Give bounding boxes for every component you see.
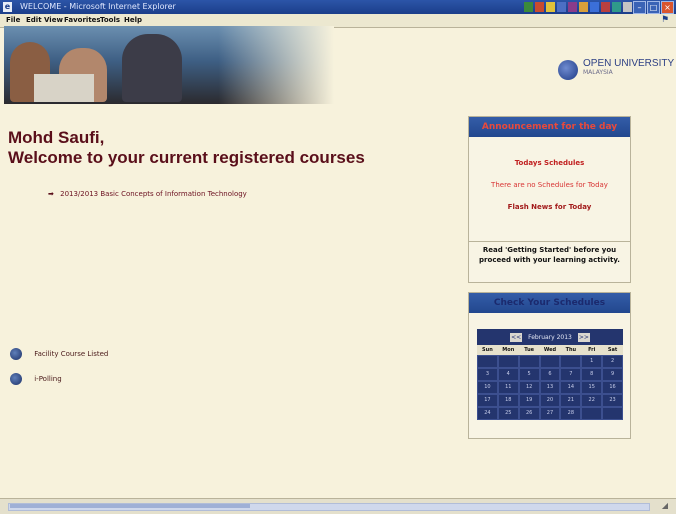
close-button[interactable]: × bbox=[661, 1, 674, 14]
calendar-day[interactable]: 6 bbox=[539, 368, 561, 381]
weekday-sat: Sat bbox=[607, 347, 618, 353]
tray-icon[interactable] bbox=[623, 2, 632, 12]
calendar-day[interactable]: 28 bbox=[560, 407, 582, 420]
window-title: WELCOME - Microsoft Internet Explorer bbox=[20, 2, 176, 11]
status-bar: ◢ bbox=[0, 498, 676, 514]
arrow-right-icon: ➡ bbox=[48, 190, 54, 198]
weekday-thu: Thu bbox=[565, 347, 577, 353]
taskbar-tray bbox=[524, 2, 632, 12]
window-title-bar: e WELCOME - Microsoft Internet Explorer … bbox=[0, 0, 676, 14]
welcome-heading: Mohd Saufi, Welcome to your current regi… bbox=[8, 128, 365, 168]
globe-icon bbox=[10, 348, 22, 360]
schedule-title: Check Your Schedules bbox=[469, 293, 630, 313]
announcement-title: Announcement for the day bbox=[469, 117, 630, 137]
flash-news-link[interactable]: Flash News for Today bbox=[469, 203, 630, 211]
calendar-day[interactable]: 24 bbox=[477, 407, 498, 420]
weekday-tue: Tue bbox=[524, 347, 535, 353]
tray-icon[interactable] bbox=[568, 2, 577, 12]
calendar: << February 2013 >> Sun Mon Tue Wed Thu … bbox=[477, 329, 623, 420]
calendar-day[interactable]: 11 bbox=[497, 381, 519, 394]
calendar-grid: 1 2 3 4 5 6 7 8 9 10 11 12 13 14 15 16 17 18 19 20 21 22 23 24 2… bbox=[477, 355, 623, 420]
course-link[interactable]: ➡ 2013/2013 Basic Concepts of Informatio… bbox=[48, 190, 247, 198]
calendar-day[interactable]: 13 bbox=[539, 381, 561, 394]
panel-divider bbox=[469, 241, 630, 242]
tray-icon[interactable] bbox=[612, 2, 621, 12]
calendar-day[interactable]: 26 bbox=[518, 407, 540, 420]
calendar-day[interactable]: 12 bbox=[518, 381, 540, 394]
calendar-day[interactable]: 17 bbox=[477, 394, 498, 407]
todays-schedules-link[interactable]: Todays Schedules bbox=[469, 159, 630, 167]
user-name: Mohd Saufi, bbox=[8, 128, 105, 147]
schedule-panel: Check Your Schedules << February 2013 >>… bbox=[468, 292, 631, 439]
calendar-day[interactable]: 19 bbox=[518, 394, 540, 407]
calendar-day[interactable]: 5 bbox=[518, 368, 540, 381]
tray-icon[interactable] bbox=[535, 2, 544, 12]
calendar-day[interactable]: 15 bbox=[581, 381, 603, 394]
calendar-day[interactable]: 16 bbox=[602, 381, 623, 394]
logo-line1: OPEN UNIVERSITY bbox=[583, 58, 675, 69]
link-facility-course-listed[interactable]: Facility Course Listed bbox=[10, 348, 108, 360]
calendar-day bbox=[602, 407, 623, 420]
scrollbar-thumb[interactable] bbox=[10, 504, 250, 508]
minimize-button[interactable]: – bbox=[633, 1, 646, 14]
side-link-label: Facility Course Listed bbox=[34, 350, 109, 358]
tray-icon[interactable] bbox=[524, 2, 533, 12]
university-logo: OPEN UNIVERSITY MALAYSIA bbox=[583, 58, 674, 76]
weekday-fri: Fri bbox=[588, 347, 596, 353]
weekday-mon: Mon bbox=[502, 347, 515, 353]
calendar-day[interactable]: 23 bbox=[602, 394, 623, 407]
university-logo-icon bbox=[558, 60, 578, 80]
welcome-message: Welcome to your current registered cours… bbox=[8, 148, 365, 167]
weekday-sun: Sun bbox=[482, 347, 493, 353]
calendar-day bbox=[518, 355, 540, 368]
globe-icon bbox=[10, 373, 22, 385]
calendar-day[interactable]: 9 bbox=[602, 368, 623, 381]
calendar-day bbox=[581, 407, 603, 420]
calendar-next-button[interactable]: >> bbox=[577, 332, 590, 342]
calendar-day[interactable]: 21 bbox=[560, 394, 582, 407]
calendar-day[interactable]: 18 bbox=[497, 394, 519, 407]
calendar-day[interactable]: 8 bbox=[581, 368, 603, 381]
calendar-month: February 2013 bbox=[528, 333, 572, 341]
getting-started-note: Read 'Getting Started' before you procee… bbox=[479, 246, 620, 264]
tray-icon[interactable] bbox=[546, 2, 555, 12]
course-link-label: 2013/2013 Basic Concepts of Information … bbox=[60, 190, 247, 198]
banner-photo bbox=[4, 26, 334, 104]
calendar-day[interactable]: 10 bbox=[477, 381, 498, 394]
calendar-day[interactable]: 4 bbox=[497, 368, 519, 381]
calendar-day[interactable]: 22 bbox=[581, 394, 603, 407]
calendar-day[interactable]: 14 bbox=[560, 381, 582, 394]
side-link-label: i-Polling bbox=[34, 375, 62, 383]
calendar-day bbox=[477, 355, 498, 368]
calendar-day bbox=[560, 355, 582, 368]
calendar-prev-button[interactable]: << bbox=[510, 332, 523, 342]
ie-window-icon[interactable]: e bbox=[3, 2, 12, 12]
calendar-day[interactable]: 1 bbox=[581, 355, 603, 368]
calendar-day[interactable]: 7 bbox=[560, 368, 582, 381]
announcement-panel: Announcement for the day Todays Schedule… bbox=[468, 116, 631, 283]
calendar-day[interactable]: 25 bbox=[497, 407, 519, 420]
calendar-day bbox=[497, 355, 519, 368]
tray-icon[interactable] bbox=[579, 2, 588, 12]
calendar-day bbox=[539, 355, 561, 368]
resize-grip-icon[interactable]: ◢ bbox=[660, 501, 670, 511]
calendar-day[interactable]: 20 bbox=[539, 394, 561, 407]
tray-icon[interactable] bbox=[557, 2, 566, 12]
calendar-weekdays: Sun Mon Tue Wed Thu Fri Sat bbox=[477, 345, 623, 355]
tray-icon[interactable] bbox=[601, 2, 610, 12]
calendar-header: << February 2013 >> bbox=[477, 329, 623, 345]
tray-icon[interactable] bbox=[590, 2, 599, 12]
link-i-polling[interactable]: i-Polling bbox=[10, 373, 62, 385]
no-schedules-message: There are no Schedules for Today bbox=[491, 181, 608, 189]
weekday-wed: Wed bbox=[543, 347, 557, 353]
logo-line2: MALAYSIA bbox=[583, 69, 613, 76]
maximize-button[interactable]: □ bbox=[647, 1, 660, 14]
calendar-day[interactable]: 2 bbox=[602, 355, 623, 368]
calendar-day[interactable]: 27 bbox=[539, 407, 561, 420]
windows-flag-icon: ⚑ bbox=[660, 15, 670, 25]
calendar-day[interactable]: 3 bbox=[477, 368, 498, 381]
